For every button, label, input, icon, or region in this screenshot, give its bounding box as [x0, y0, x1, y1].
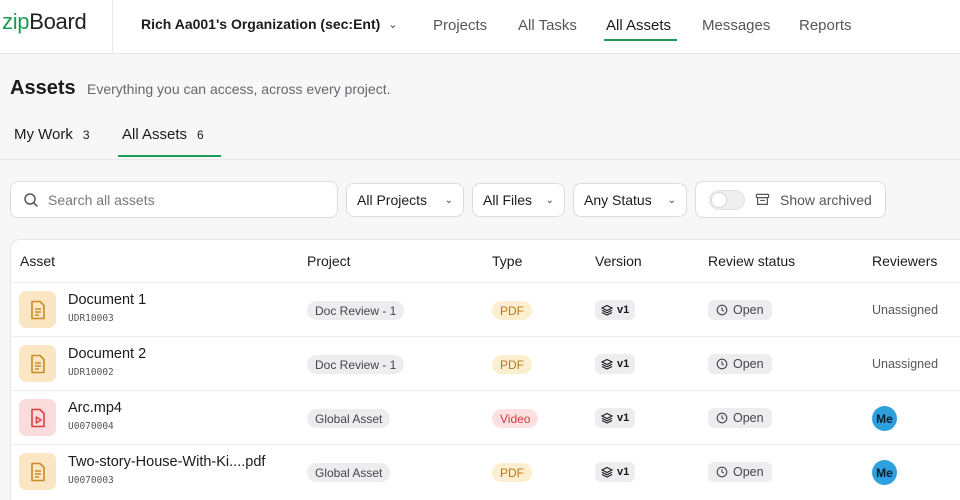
projects-filter-dropdown[interactable]: All Projects ⌄ [346, 183, 464, 217]
reviewer-avatar[interactable]: Me [872, 460, 897, 485]
project-tag: Doc Review - 1 [307, 301, 405, 320]
show-archived-toggle[interactable] [709, 189, 745, 210]
document-icon [19, 291, 56, 328]
nav-projects[interactable]: Projects [433, 17, 487, 34]
header-divider [112, 0, 113, 54]
review-status-label: Open [733, 465, 764, 479]
project-tag: Doc Review - 1 [307, 355, 405, 374]
chevron-down-icon: ⌄ [545, 194, 554, 206]
table-row[interactable]: Arc.mp4 U0070004 Global Asset Video v1 O… [11, 390, 960, 444]
tab-my-work[interactable]: My Work 3 [14, 126, 90, 143]
chevron-down-icon: ⌄ [667, 194, 676, 206]
version-badge: v1 [595, 462, 636, 482]
show-archived-control: Show archived [695, 181, 886, 218]
status-filter-value: Any Status [584, 192, 652, 208]
tab-count: 3 [82, 127, 90, 142]
tabs-divider [0, 159, 960, 160]
project-tag: Global Asset [307, 463, 391, 482]
tab-count: 6 [197, 127, 204, 142]
top-bar: zipBoard Rich Aa001's Organization (sec:… [0, 0, 960, 54]
layers-icon [601, 466, 613, 478]
layers-icon [601, 358, 613, 370]
search-input[interactable] [48, 191, 318, 208]
review-status-badge: Open [708, 354, 772, 374]
project-tag: Global Asset [307, 409, 391, 428]
active-tab-indicator [118, 155, 221, 157]
reviewer-unassigned: Unassigned [872, 357, 939, 371]
tab-label: All Assets [122, 126, 188, 143]
column-header-asset[interactable]: Asset [20, 253, 55, 269]
column-header-version[interactable]: Version [595, 253, 642, 269]
video-file-icon [19, 399, 56, 436]
nav-reports[interactable]: Reports [799, 17, 852, 34]
status-filter-dropdown[interactable]: Any Status ⌄ [573, 183, 687, 217]
reviewer-unassigned: Unassigned [872, 303, 939, 317]
version-label: v1 [617, 412, 630, 424]
table-row[interactable]: Document 1 UDR10003 Doc Review - 1 PDF v… [11, 282, 960, 336]
page-title: Assets [10, 77, 76, 99]
asset-id: UDR10002 [68, 367, 114, 378]
organization-switcher[interactable]: Rich Aa001's Organization (sec:Ent) ⌄ [141, 16, 398, 32]
clock-icon [716, 466, 728, 478]
files-filter-dropdown[interactable]: All Files ⌄ [472, 183, 565, 217]
asset-name[interactable]: Two-story-House-With-Ki....pdf [68, 454, 265, 470]
type-badge: Video [492, 409, 539, 428]
review-status-label: Open [733, 411, 764, 425]
review-status-badge: Open [708, 408, 772, 428]
page-subtitle: Everything you can access, across every … [87, 81, 391, 97]
asset-name[interactable]: Arc.mp4 [68, 400, 122, 416]
clock-icon [716, 412, 728, 424]
chevron-down-icon: ⌄ [388, 18, 398, 31]
version-label: v1 [617, 304, 630, 316]
projects-filter-value: All Projects [357, 192, 428, 208]
nav-all-assets[interactable]: All Assets [606, 17, 671, 34]
document-icon [19, 345, 56, 382]
review-status-badge: Open [708, 300, 772, 320]
assets-table: Asset Project Type Version Review status… [10, 239, 960, 500]
clock-icon [716, 304, 728, 316]
layers-icon [601, 304, 613, 316]
type-badge: PDF [492, 301, 532, 320]
zipboard-logo[interactable]: zipBoard [2, 9, 87, 35]
layers-icon [601, 412, 613, 424]
version-badge: v1 [595, 408, 636, 428]
document-icon [19, 453, 56, 490]
table-row[interactable]: Document 2 UDR10002 Doc Review - 1 PDF v… [11, 336, 960, 390]
column-header-type[interactable]: Type [492, 253, 522, 269]
asset-name[interactable]: Document 1 [68, 292, 146, 308]
review-status-label: Open [733, 357, 764, 371]
version-label: v1 [617, 358, 630, 370]
table-row[interactable]: Two-story-House-With-Ki....pdf U0070003 … [11, 444, 960, 498]
asset-id: UDR10003 [68, 313, 114, 324]
organization-name: Rich Aa001's Organization (sec:Ent) [141, 16, 381, 32]
show-archived-label: Show archived [780, 191, 872, 208]
review-status-label: Open [733, 303, 764, 317]
version-label: v1 [617, 466, 630, 478]
type-badge: PDF [492, 355, 532, 374]
version-badge: v1 [595, 300, 636, 320]
asset-name[interactable]: Document 2 [68, 346, 146, 362]
nav-messages[interactable]: Messages [702, 17, 770, 34]
reviewer-avatar[interactable]: Me [872, 406, 897, 431]
active-nav-indicator [604, 39, 677, 41]
column-header-reviewers[interactable]: Reviewers [872, 253, 937, 269]
version-badge: v1 [595, 354, 636, 374]
nav-all-tasks[interactable]: All Tasks [518, 17, 577, 34]
asset-id: U0070003 [68, 475, 114, 486]
search-icon [24, 192, 38, 207]
toggle-knob [712, 192, 726, 207]
files-filter-value: All Files [483, 192, 533, 208]
review-status-badge: Open [708, 462, 772, 482]
tab-label: My Work [14, 126, 73, 143]
chevron-down-icon: ⌄ [444, 194, 453, 206]
clock-icon [716, 358, 728, 370]
column-header-review-status[interactable]: Review status [708, 253, 795, 269]
search-box [10, 181, 338, 218]
column-header-project[interactable]: Project [307, 253, 351, 269]
type-badge: PDF [492, 463, 532, 482]
archive-icon [755, 193, 770, 205]
asset-id: U0070004 [68, 421, 114, 432]
tab-all-assets[interactable]: All Assets 6 [122, 126, 204, 143]
